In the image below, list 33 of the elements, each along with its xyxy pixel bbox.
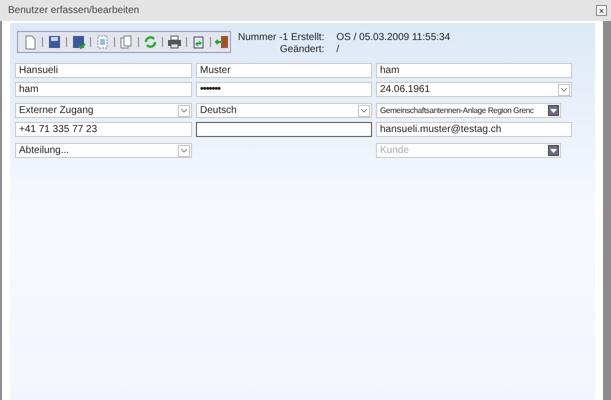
input-field[interactable]: +41 71 335 77 23 — [15, 122, 192, 137]
input-field[interactable]: ham — [15, 82, 192, 97]
dropdown-field[interactable]: Externer Zugang — [15, 103, 192, 118]
created-value: OS / 05.03.2009 11:55:34 — [336, 32, 450, 44]
save-check-icon[interactable] — [70, 34, 87, 50]
created-label: Erstellt: — [291, 32, 324, 44]
caret-icon — [550, 108, 557, 112]
chevron-down-icon — [181, 148, 187, 152]
input-field[interactable]: ham — [376, 63, 572, 78]
dropdown-button[interactable] — [548, 105, 559, 116]
chevron-down-icon — [181, 108, 187, 112]
save-icon[interactable] — [46, 34, 63, 50]
dropdown-button[interactable] — [548, 145, 559, 156]
refresh-icon[interactable] — [142, 34, 159, 50]
chevron-down-icon — [561, 88, 567, 92]
dropdown-field[interactable]: Gemeinschaftsantennen-Anlage Region Grenc — [376, 103, 561, 118]
input-field[interactable]: Muster — [196, 63, 372, 78]
close-button[interactable]: × — [596, 5, 607, 16]
chevron-down-icon — [361, 108, 367, 112]
exit-door-icon[interactable] — [214, 34, 231, 50]
record-number: Nummer -1 — [238, 32, 288, 44]
dropdown-field[interactable]: Deutsch — [196, 103, 372, 118]
caret-icon — [550, 148, 557, 152]
window-title: Benutzer erfassen/bearbeiten — [8, 4, 140, 18]
changed-label: Geändert: — [278, 44, 324, 56]
input-field[interactable] — [196, 122, 372, 137]
dropdown-field[interactable]: 24.06.1961 — [376, 82, 572, 97]
input-field[interactable]: hansueli.muster@testag.ch — [376, 122, 572, 137]
input-field[interactable]: Hansueli — [15, 63, 192, 78]
printer-icon[interactable] — [166, 34, 183, 50]
input-field[interactable]: ••••••• — [196, 82, 372, 97]
changed-value: / — [336, 44, 340, 56]
dropdown-field[interactable]: Abteilung... — [15, 143, 192, 158]
